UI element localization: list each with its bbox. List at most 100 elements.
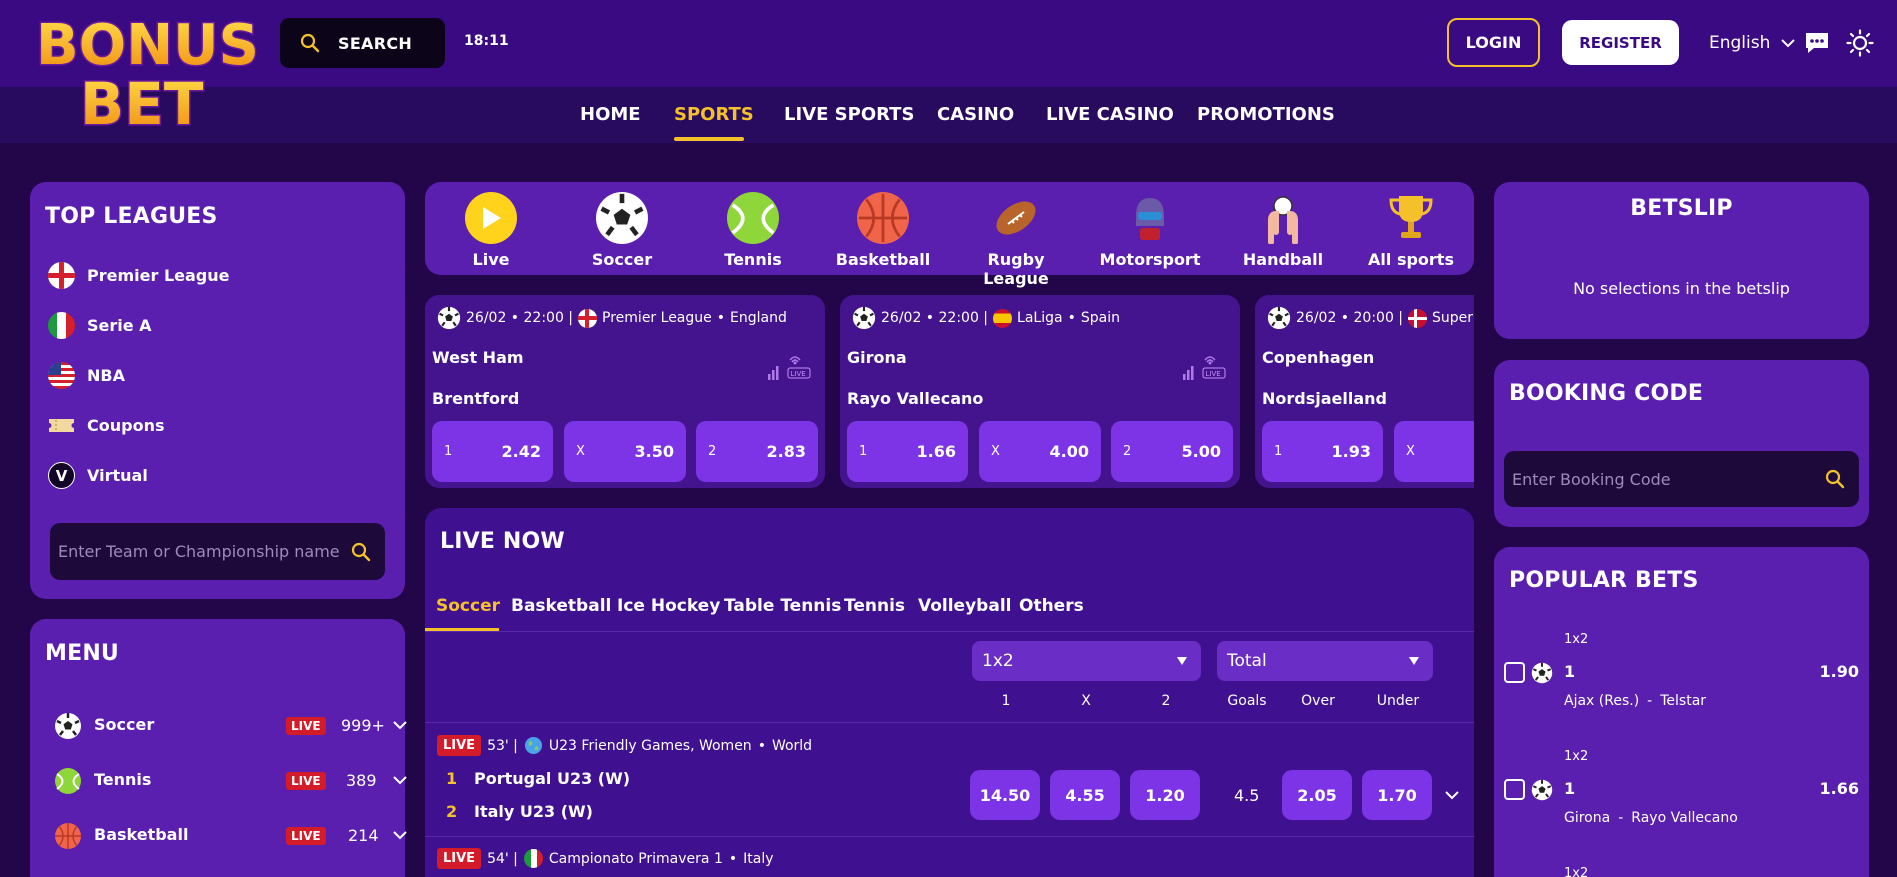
sport-handball[interactable]: Handball [1233, 192, 1333, 269]
featured-match-card[interactable]: 26/02 • 22:00 | LaLiga • Spain Girona Ra… [840, 295, 1240, 488]
nav-sports[interactable]: SPORTS [674, 104, 754, 125]
bet-match: Ajax (Res.) - Telstar [1564, 693, 1706, 709]
booking-code-field[interactable]: Enter Booking Code [1504, 451, 1859, 507]
nav-home[interactable]: HOME [580, 104, 641, 125]
sport-basketball[interactable]: Basketball [830, 192, 936, 269]
popular-bets-title: POPULAR BETS [1509, 568, 1699, 593]
sport-rugby-league[interactable]: Rugby League [955, 192, 1077, 288]
search-button[interactable]: SEARCH [280, 18, 445, 68]
odds-button-over[interactable]: 2.05 [1282, 770, 1352, 820]
col-header-under: Under [1376, 693, 1420, 709]
logo[interactable]: BONUS BET [32, 6, 264, 140]
tab-table-tennis[interactable]: Table Tennis [724, 596, 841, 616]
odds-button-1[interactable]: 1 1.93 [1262, 421, 1383, 482]
odds-value: 3.50 [634, 442, 674, 461]
odds-button-1[interactable]: 14.50 [970, 770, 1040, 820]
total-select[interactable]: Total [1217, 641, 1433, 681]
menu-item-count: 389 [346, 771, 377, 790]
odds-button-x[interactable]: X 3 [1394, 421, 1474, 482]
sport-soccer[interactable]: Soccer [581, 192, 663, 269]
handball-icon [1257, 192, 1309, 244]
nav-live-sports[interactable]: LIVE SPORTS [784, 104, 914, 125]
tab-ice-hockey[interactable]: Ice Hockey [617, 596, 720, 616]
login-button[interactable]: LOGIN [1447, 18, 1540, 67]
sport-tennis[interactable]: Tennis [712, 192, 794, 269]
sport-live[interactable]: Live [450, 192, 532, 269]
tab-volleyball[interactable]: Volleyball [918, 596, 1011, 616]
match-datetime: 26/02 • 22:00 | [881, 310, 989, 326]
bet-away: Rayo Vallecano [1631, 810, 1738, 826]
popular-bet-item[interactable]: 1x2 1 1.66 Girona - Rayo Vallecano [1504, 749, 1859, 849]
chat-icon[interactable] [1804, 31, 1830, 59]
chevron-down-icon[interactable] [392, 720, 408, 730]
home-team: West Ham [432, 348, 524, 367]
menu-item-soccer[interactable]: Soccer LIVE 999+ [54, 711, 407, 741]
search-icon[interactable] [1825, 469, 1845, 489]
register-button[interactable]: REGISTER [1562, 20, 1679, 65]
odds-button-2[interactable]: 2 2.83 [696, 421, 818, 482]
featured-match-card[interactable]: 26/02 • 20:00 | Superliga Copenhagen Nor… [1255, 295, 1474, 488]
odds-button-under[interactable]: 1.70 [1362, 770, 1432, 820]
bet-selection: 1 [1564, 662, 1576, 681]
chevron-down-icon[interactable] [1444, 790, 1460, 800]
tab-others[interactable]: Others [1019, 596, 1084, 616]
svg-text:LIVE: LIVE [1206, 370, 1221, 378]
sport-all-sports[interactable]: All sports [1363, 192, 1459, 269]
league-label: NBA [87, 366, 125, 385]
menu-item-basketball[interactable]: Basketball LIVE 214 [54, 821, 407, 851]
market-select[interactable]: 1x2 [972, 641, 1201, 681]
top-leagues-title: TOP LEAGUES [45, 204, 218, 229]
helmet-icon [1124, 192, 1176, 244]
bet-checkbox[interactable] [1504, 662, 1525, 683]
odds-button-2[interactable]: 1.20 [1130, 770, 1200, 820]
menu-item-count: 999+ [341, 716, 385, 735]
menu-item-tennis[interactable]: Tennis LIVE 389 [54, 766, 407, 796]
odds-button-x[interactable]: 4.55 [1050, 770, 1120, 820]
away-team: Rayo Vallecano [847, 389, 984, 408]
odds-button-x[interactable]: X 4.00 [979, 421, 1101, 482]
nav-casino[interactable]: CASINO [937, 104, 1014, 125]
odds-button-x[interactable]: X 3.50 [564, 421, 686, 482]
sport-motorsport[interactable]: Motorsport [1090, 192, 1210, 269]
tab-soccer[interactable]: Soccer [436, 596, 500, 616]
event-meta[interactable]: LIVE 54' | Campionato Primavera 1 • Ital… [437, 848, 774, 869]
chevron-down-icon[interactable] [392, 830, 408, 840]
featured-match-card[interactable]: 26/02 • 22:00 | Premier League • England… [425, 295, 825, 488]
theme-toggle-icon[interactable] [1846, 29, 1874, 61]
search-label: SEARCH [338, 33, 413, 53]
odds-button-1[interactable]: 1 1.66 [847, 421, 968, 482]
odds-button-2[interactable]: 2 5.00 [1111, 421, 1233, 482]
league-item-nba[interactable]: NBA [48, 362, 125, 389]
nav-live-casino[interactable]: LIVE CASINO [1046, 104, 1174, 125]
nav-promotions[interactable]: PROMOTIONS [1197, 104, 1335, 125]
odds-label: 2 [1123, 444, 1132, 459]
league-item-coupons[interactable]: Coupons [48, 412, 164, 439]
popular-bet-item[interactable]: 1x2 1 1.90 Ajax (Res.) - Telstar [1504, 632, 1859, 732]
chevron-down-icon[interactable] [392, 775, 408, 785]
language-selector[interactable]: English [1709, 33, 1796, 53]
tab-basketball[interactable]: Basketball [511, 596, 611, 616]
live-stats-icon: LIVE [1183, 356, 1226, 380]
trophy-icon [1385, 192, 1437, 244]
league-item-virtual[interactable]: V Virtual [48, 462, 148, 489]
usa-flag-icon [48, 362, 75, 389]
col-header-goals: Goals [1227, 693, 1267, 709]
menu-title: MENU [45, 641, 119, 666]
menu-item-label: Soccer [94, 715, 155, 734]
odds-button-1[interactable]: 1 2.42 [432, 421, 553, 482]
bet-checkbox[interactable] [1504, 779, 1525, 800]
league-item-premier-league[interactable]: Premier League [48, 262, 229, 289]
sport-label: Rugby League [983, 250, 1049, 288]
live-event-row[interactable]: LIVE 53' | U23 Friendly Games, Women • W… [425, 723, 1474, 837]
match-league: Superliga [1432, 310, 1474, 326]
league-item-serie-a[interactable]: Serie A [48, 312, 152, 339]
team-search-field[interactable]: Enter Team or Championship name [50, 523, 385, 580]
soccer-ball-icon [596, 192, 648, 244]
meta-dot: • [728, 850, 738, 867]
soccer-ball-icon [437, 306, 461, 330]
sport-label: Basketball [835, 250, 931, 269]
sport-label: Handball [1242, 250, 1324, 269]
tab-tennis[interactable]: Tennis [844, 596, 905, 616]
search-icon[interactable] [351, 542, 371, 562]
event-minute: 54' | [487, 850, 518, 867]
